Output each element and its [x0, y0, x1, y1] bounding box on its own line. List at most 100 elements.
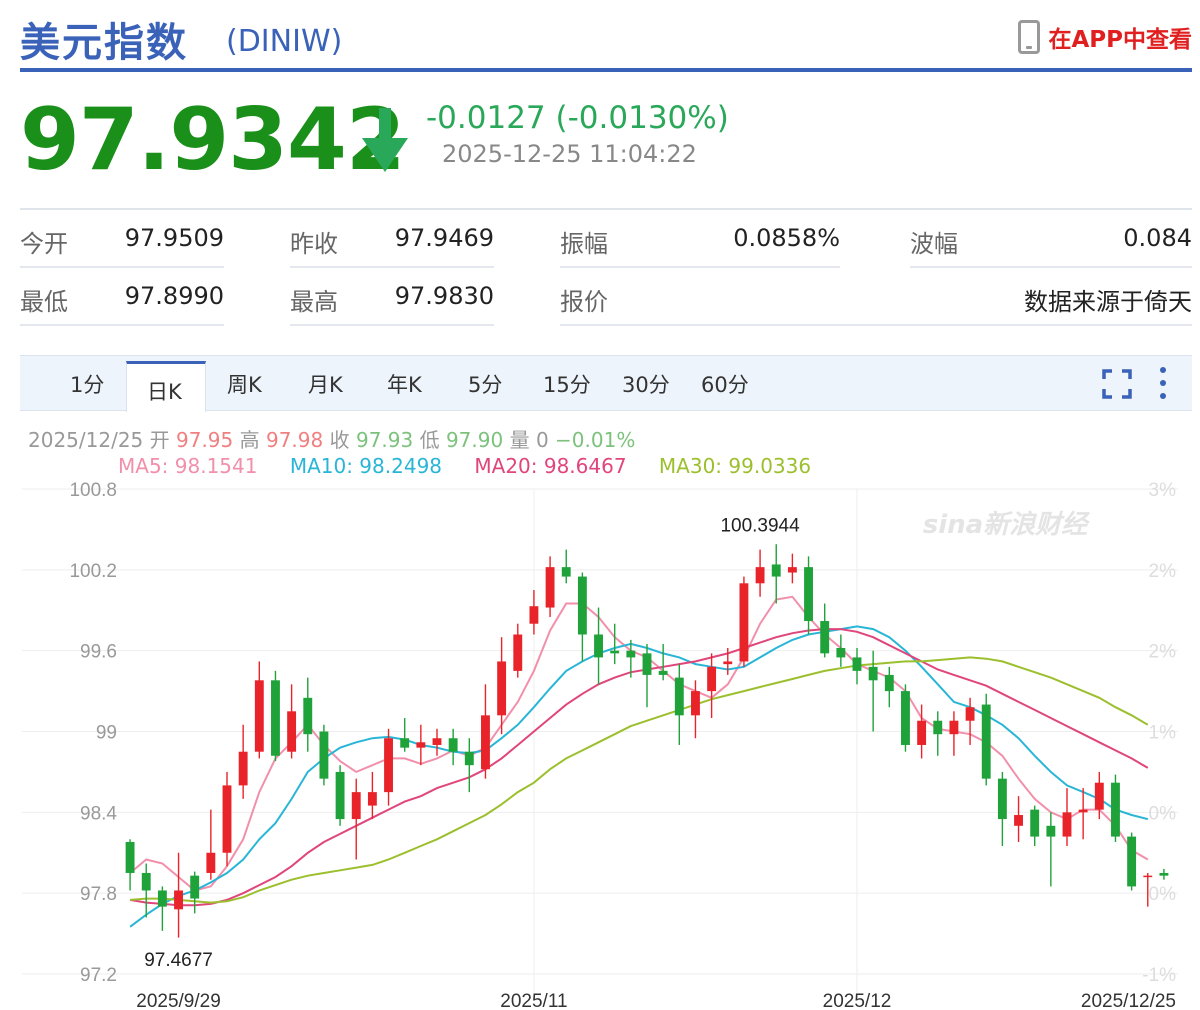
candle-body — [917, 720, 927, 745]
down-arrow-icon — [362, 108, 408, 172]
candle-body — [335, 771, 345, 820]
ma-line-ma5 — [129, 595, 1149, 892]
candle-body — [787, 567, 797, 573]
info-vol-label: 量 — [509, 428, 530, 452]
candle-body — [739, 583, 749, 662]
candle-body — [141, 872, 151, 891]
candle-body — [933, 720, 943, 735]
tab-daily[interactable]: 日K — [126, 361, 206, 412]
candle-body — [1159, 872, 1169, 876]
candle-body — [125, 841, 135, 873]
tab-1min[interactable]: 1分 — [70, 369, 104, 399]
stat-prev-close: 昨收 97.9469 — [290, 210, 494, 268]
pct-tick-label: 0% — [1149, 803, 1177, 824]
pct-tick-label: 0% — [1149, 884, 1177, 905]
info-high: 97.98 — [265, 428, 324, 452]
tab-5min[interactable]: 5分 — [468, 369, 502, 399]
candle-body — [238, 751, 248, 786]
kline-chart[interactable]: 100.8 3% 100.2 2% 99.6 2% 99 1% 98.4 0% 97.8 0% 97.2… — [0, 475, 1200, 1010]
candle-body — [884, 674, 894, 692]
tab-60min[interactable]: 60分 — [701, 369, 749, 399]
stat-high-label: 最高 — [290, 288, 338, 316]
price-change: -0.0127 (-0.0130%) — [426, 100, 729, 136]
stat-amplitude-label: 振幅 — [560, 230, 608, 258]
tab-weekly[interactable]: 周K — [227, 369, 262, 399]
more-icon[interactable] — [1155, 366, 1171, 400]
tab-15min[interactable]: 15分 — [543, 369, 591, 399]
info-open-label: 开 — [149, 428, 170, 452]
candle-body — [820, 621, 830, 654]
candle-body — [367, 792, 377, 806]
candle-body — [1111, 782, 1120, 837]
stat-high-value: 97.9830 — [394, 282, 494, 310]
candle-body — [206, 852, 216, 873]
ma-line-ma20 — [129, 628, 1149, 907]
candle-body — [254, 680, 264, 752]
candle-body — [901, 691, 910, 745]
pct-tick-label: 1% — [1149, 723, 1177, 744]
ma-line-ma30 — [130, 656, 1149, 904]
stat-open-value: 97.9509 — [124, 224, 224, 252]
period-tabs: 1分 日K 周K 月K 年K 5分 15分 30分 60分 — [20, 355, 1192, 412]
candle-body — [190, 875, 200, 899]
candle-body — [965, 707, 975, 721]
candle-info-bar: 2025/12/25 开 97.95 高 97.98 收 97.93 低 97.… — [28, 424, 635, 453]
candle-body — [222, 785, 232, 853]
x-tick-label: 2025/12 — [823, 991, 892, 1010]
candle-body — [464, 751, 474, 766]
stat-range-label: 波幅 — [910, 230, 958, 258]
y-tick-label: 99 — [96, 723, 117, 744]
tab-30min[interactable]: 30分 — [622, 369, 670, 399]
y-tick-label: 100.2 — [69, 561, 117, 582]
pct-tick-label: 3% — [1149, 480, 1177, 501]
info-vol: 0 — [535, 428, 549, 452]
candle-body — [271, 680, 280, 756]
candle-body — [868, 666, 878, 681]
stat-high: 最高 97.9830 — [290, 268, 494, 326]
info-date: 2025/12/25 — [28, 428, 144, 452]
candle-body — [1094, 782, 1104, 810]
extreme-label: 100.3944 — [720, 516, 800, 537]
candle-body — [707, 666, 717, 692]
x-tick-label: 2025/11 — [500, 991, 567, 1010]
symbol-code: (DINIW) — [226, 24, 343, 59]
stat-source-value: 数据来源于倚天 — [1024, 288, 1192, 316]
info-high-label: 高 — [239, 428, 260, 452]
stat-amplitude-value: 0.0858% — [733, 224, 840, 252]
tab-yearly[interactable]: 年K — [387, 369, 422, 399]
y-tick-label: 99.6 — [80, 642, 117, 663]
pct-tick-label: 2% — [1149, 561, 1177, 582]
y-tick-label: 97.8 — [80, 884, 117, 905]
y-tick-label: 98.4 — [80, 803, 117, 824]
candle-body — [303, 697, 313, 735]
info-close: 97.93 — [355, 428, 414, 452]
candle-body — [561, 567, 571, 577]
candle-body — [804, 567, 813, 622]
stat-range: 波幅 0.084 — [910, 210, 1192, 268]
stat-quote-label: 报价 — [560, 288, 608, 316]
candle-body — [771, 564, 781, 577]
candle-body — [1030, 809, 1040, 837]
open-in-app-link[interactable]: 在APP中查看 — [1018, 20, 1192, 54]
candle-body — [981, 704, 991, 779]
candle-body — [351, 792, 361, 820]
stat-low-value: 97.8990 — [124, 282, 224, 310]
watermark-logo: sina新浪财经 — [923, 510, 1090, 540]
candle-body — [997, 778, 1007, 820]
candle-body — [545, 567, 555, 608]
info-pct: −0.01% — [555, 428, 636, 452]
candle-body — [157, 890, 167, 907]
info-low: 97.90 — [445, 428, 504, 452]
candle-body — [1014, 815, 1023, 826]
open-in-app-label: 在APP中查看 — [1048, 27, 1192, 53]
tab-monthly[interactable]: 月K — [308, 369, 343, 399]
candle-body — [1062, 812, 1072, 837]
candle-body — [432, 738, 442, 745]
candle-body — [949, 720, 959, 735]
candle-body — [416, 742, 426, 748]
fullscreen-icon[interactable] — [1102, 369, 1132, 399]
candle-body — [626, 650, 636, 658]
candle-body — [674, 677, 684, 716]
pct-tick-label: -1% — [1142, 965, 1176, 986]
y-tick-label: 100.8 — [69, 480, 117, 501]
